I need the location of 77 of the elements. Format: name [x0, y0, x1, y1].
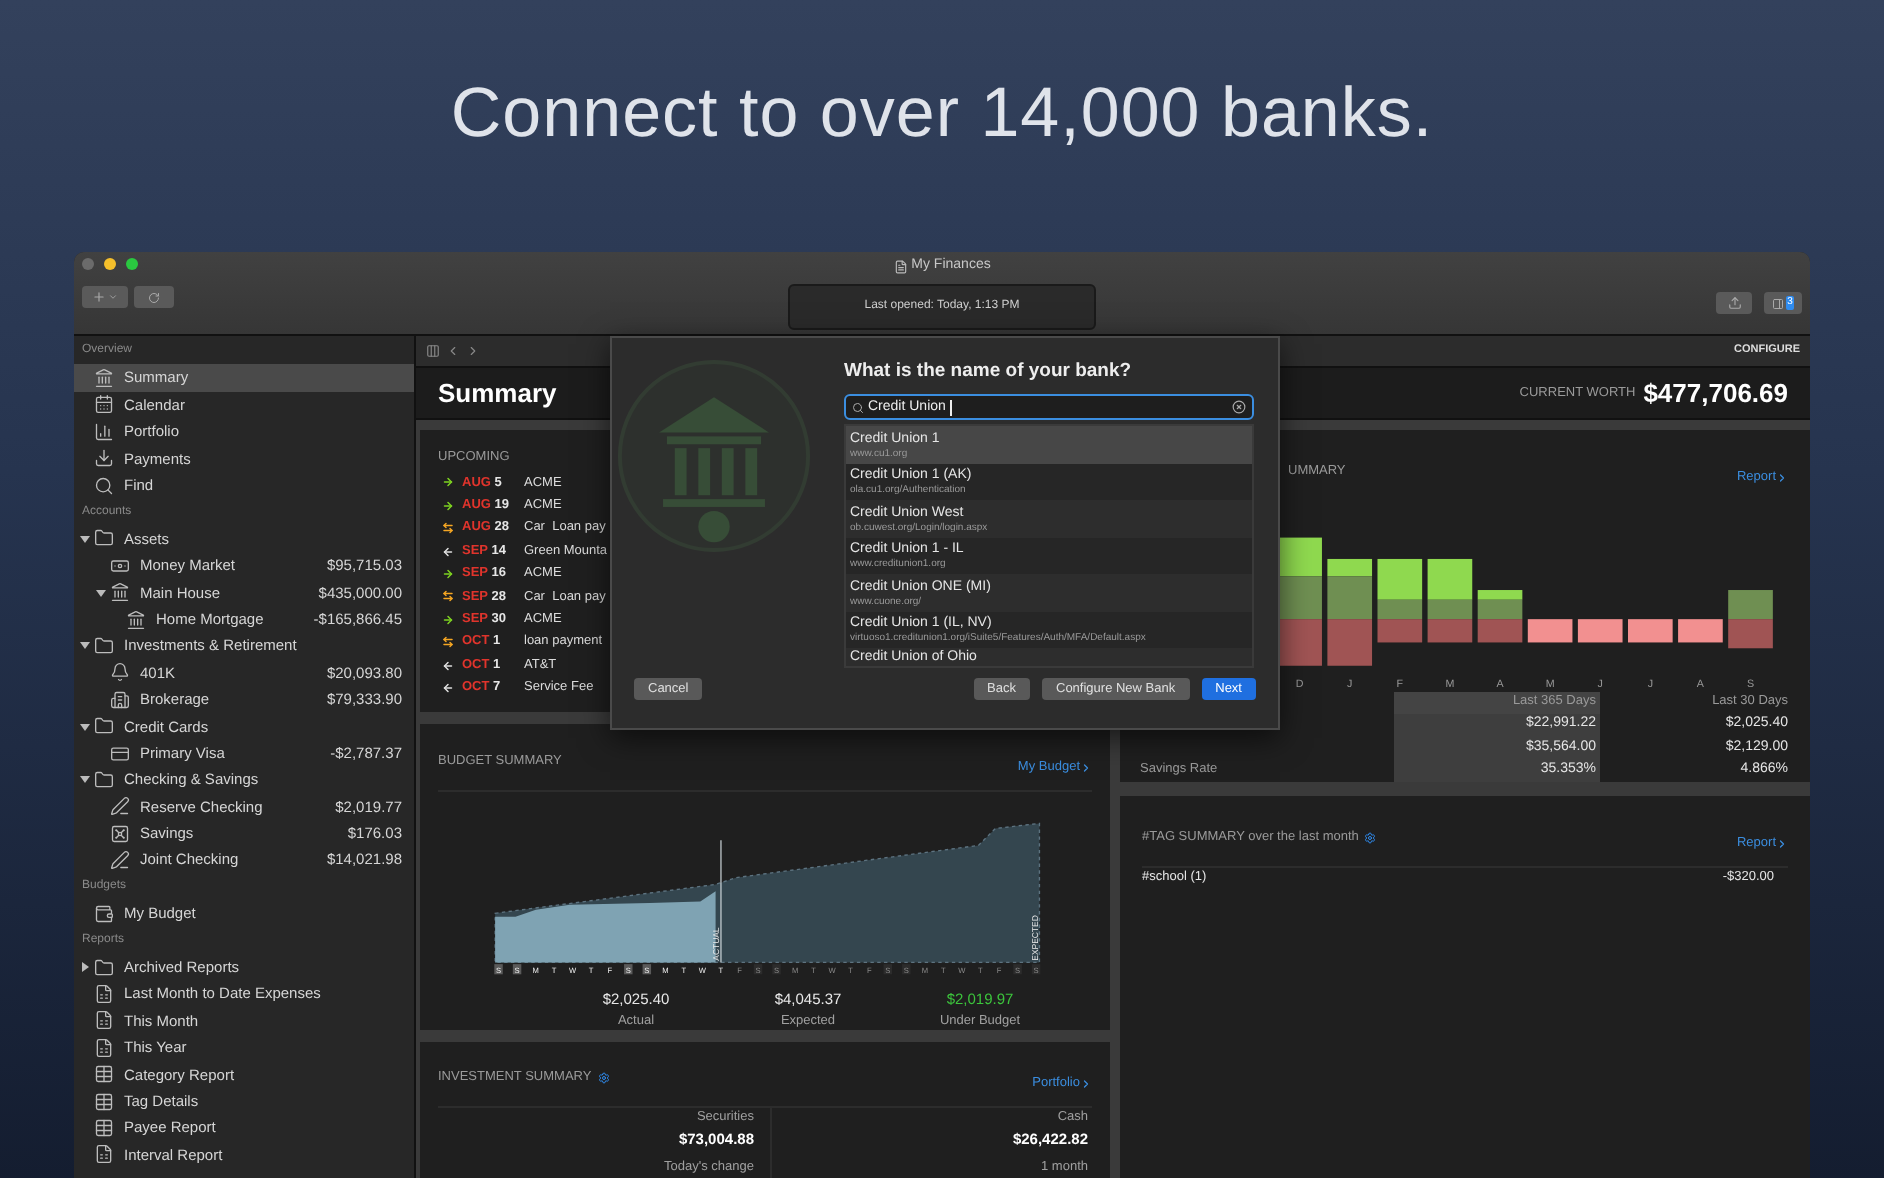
chevron-icon — [1776, 837, 1788, 850]
wallet-icon — [94, 903, 114, 924]
settings-icon[interactable] — [597, 1072, 610, 1085]
folder-icon — [94, 716, 114, 737]
chevron-icon — [1080, 762, 1092, 775]
chevron-icon — [1080, 1078, 1092, 1091]
disclosure-triangle[interactable] — [80, 962, 90, 973]
document-icon — [893, 259, 908, 274]
month-bar — [1577, 619, 1623, 643]
caret-icon — [108, 292, 118, 302]
month-bar — [1277, 537, 1322, 666]
worth-value: $477,706.69 — [1643, 375, 1788, 412]
double-arrow-icon — [442, 522, 454, 535]
bank-icon — [110, 582, 130, 603]
arrow-left-icon — [442, 545, 454, 558]
disclosure-triangle[interactable] — [80, 640, 90, 651]
arrow-left-icon — [442, 659, 454, 672]
double-arrow-icon — [442, 636, 454, 649]
month-bar — [1427, 558, 1473, 643]
chevron-icon — [1776, 471, 1788, 484]
panel-icon — [1771, 297, 1784, 309]
credit-card-icon — [110, 743, 130, 764]
table-icon — [94, 1064, 114, 1085]
folder-icon — [94, 635, 114, 656]
folder-icon — [94, 957, 114, 978]
refresh-button[interactable] — [134, 286, 174, 308]
bell-icon — [110, 662, 130, 683]
upload-button[interactable] — [1716, 292, 1752, 314]
settings-icon[interactable] — [1364, 832, 1377, 844]
disclosure-triangle[interactable] — [96, 587, 106, 598]
search-icon — [852, 401, 864, 414]
folder-icon — [94, 528, 114, 549]
back-icon[interactable] — [446, 344, 460, 358]
month-bar — [1477, 590, 1523, 643]
dialog-title: What is the name of your bank? — [844, 358, 1134, 386]
arrow-left-icon — [442, 681, 454, 694]
bank-icon — [616, 358, 812, 554]
arrow-right-icon — [442, 499, 454, 512]
forward-icon[interactable] — [466, 344, 480, 358]
report-icon — [94, 1037, 114, 1058]
arrow-right-icon — [442, 613, 454, 626]
bar-chart-icon — [94, 421, 114, 442]
pen-icon — [110, 796, 130, 817]
bank-icon — [94, 368, 114, 389]
today-line — [720, 840, 722, 964]
disclosure-triangle[interactable] — [80, 774, 90, 785]
page-title: Summary — [438, 375, 557, 412]
report-icon — [94, 1144, 114, 1165]
report-icon — [94, 1010, 114, 1031]
upload-icon — [1727, 296, 1741, 310]
month-bar — [1527, 619, 1573, 643]
bank-icon — [126, 609, 146, 630]
month-bar — [1377, 558, 1423, 643]
month-bar — [1327, 558, 1373, 666]
search-icon — [94, 475, 114, 496]
columns-icon[interactable] — [426, 344, 440, 358]
headline: Connect to over 14,000 banks. — [450, 71, 1434, 156]
refresh-icon — [148, 291, 160, 303]
table-icon — [94, 1118, 114, 1139]
double-arrow-icon — [442, 590, 454, 603]
arrow-right-icon — [442, 568, 454, 580]
disclosure-triangle[interactable] — [80, 721, 90, 732]
month-bar — [1628, 619, 1673, 643]
arrow-right-icon — [442, 476, 454, 489]
banknote-icon — [110, 555, 130, 576]
disclosure-triangle[interactable] — [80, 533, 90, 544]
month-bar — [1728, 590, 1773, 649]
month-bar — [1678, 619, 1723, 643]
tray-arrow-icon — [94, 448, 114, 469]
building-icon — [110, 689, 130, 710]
folder-icon — [94, 769, 114, 790]
report-icon — [94, 984, 114, 1005]
calendar-icon — [94, 394, 114, 415]
plus-icon — [92, 290, 106, 304]
table-icon — [94, 1091, 114, 1112]
pen-icon — [110, 850, 130, 871]
clear-icon[interactable] — [1232, 400, 1246, 415]
